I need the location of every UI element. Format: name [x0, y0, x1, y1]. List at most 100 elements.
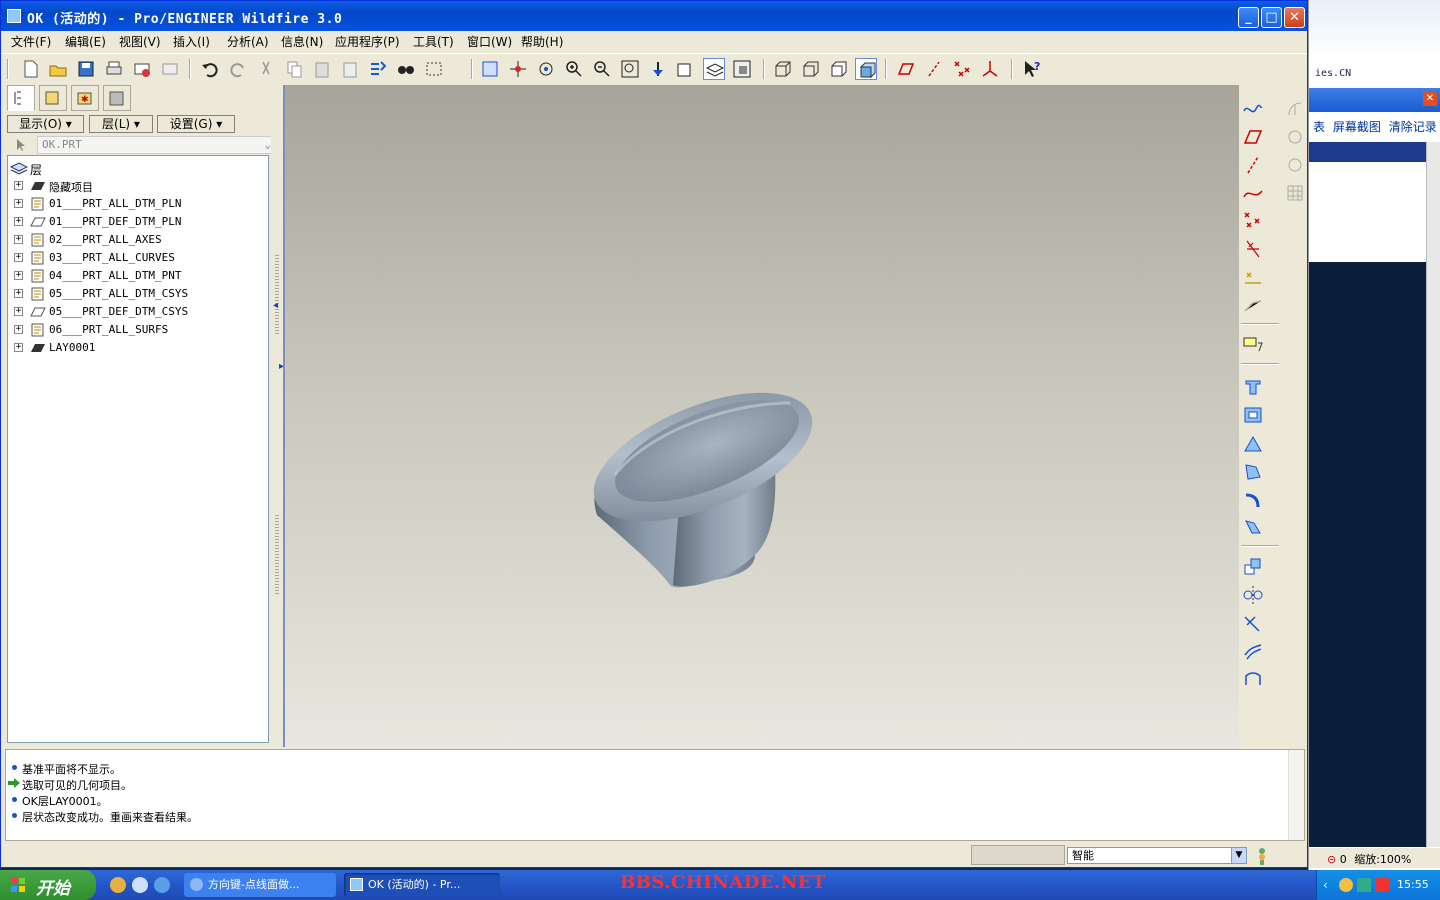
layer-tree-item[interactable]: +05___PRT_DEF_DTM_CSYS [8, 303, 268, 321]
datum-plane-icon[interactable] [1241, 125, 1265, 149]
print-icon[interactable] [103, 58, 125, 80]
menu-view[interactable]: 视图(V) [119, 33, 161, 50]
layer-tree-item[interactable]: +06___PRT_ALL_SURFS [8, 321, 268, 339]
expand-icon[interactable]: + [14, 235, 23, 244]
trim-icon[interactable] [1241, 611, 1265, 635]
layer-tree-item[interactable]: +02___PRT_ALL_AXES [8, 231, 268, 249]
expand-icon[interactable]: + [14, 199, 23, 208]
expand-icon[interactable]: + [14, 289, 23, 298]
reorient-icon[interactable] [647, 58, 669, 80]
open-folder-icon[interactable] [47, 58, 69, 80]
tab-folder-browser[interactable] [39, 85, 67, 111]
expand-icon[interactable]: + [14, 307, 23, 316]
repaint-icon[interactable] [479, 58, 501, 80]
chamfer-icon[interactable] [1241, 515, 1265, 539]
merge-icon[interactable] [1241, 639, 1265, 663]
layer-tree-item[interactable]: + 隐藏项目 [8, 177, 268, 195]
analysis-feature-icon[interactable] [1241, 293, 1265, 317]
note-icon[interactable] [1241, 333, 1265, 357]
datum-points-toggle-icon[interactable] [951, 58, 973, 80]
sketch-tool-icon[interactable] [1283, 97, 1307, 121]
expand-icon[interactable]: + [14, 253, 23, 262]
background-link-2[interactable]: 清除记录 [1389, 120, 1437, 134]
expand-icon[interactable]: + [14, 271, 23, 280]
tab-model-tree[interactable] [7, 85, 35, 111]
send-mail-icon[interactable] [131, 58, 153, 80]
expand-icon[interactable]: + [14, 343, 23, 352]
show-dropdown-button[interactable]: 显示(O) ▾ [7, 115, 84, 133]
layer-tree-item[interactable]: +01___PRT_ALL_DTM_PLN [8, 195, 268, 213]
redo-icon[interactable] [227, 58, 249, 80]
quicklaunch-icon[interactable] [132, 877, 148, 893]
copy-icon[interactable] [283, 58, 305, 80]
background-zoom[interactable]: 缩放:100% [1354, 853, 1411, 866]
menu-insert[interactable]: 插入(I) [173, 33, 210, 50]
network-icon[interactable] [1357, 878, 1371, 892]
expand-icon[interactable]: + [14, 217, 23, 226]
maximize-button[interactable]: □ [1261, 7, 1282, 28]
datum-axis-icon[interactable] [1241, 153, 1265, 177]
menu-window[interactable]: 窗口(W) [467, 33, 512, 50]
sketched-datum-curve-icon[interactable] [1241, 97, 1265, 121]
task-browser[interactable]: 方向键-点线面做... [184, 873, 336, 897]
blend-icon[interactable] [1241, 459, 1265, 483]
menu-help[interactable]: 帮助(H) [521, 33, 563, 50]
datum-point-icon[interactable] [1241, 209, 1265, 233]
datum-curve-icon[interactable] [1241, 181, 1265, 205]
minimize-button[interactable]: _ [1238, 7, 1259, 28]
revolve-icon[interactable] [1241, 403, 1265, 427]
task-proe[interactable]: OK (活动的) - Pr... [344, 873, 500, 897]
csys-icon[interactable] [1241, 265, 1265, 289]
background-link-1[interactable]: 屏幕截图 [1333, 120, 1381, 134]
shading-icon[interactable] [855, 58, 877, 80]
round-icon[interactable] [1241, 487, 1265, 511]
menu-analysis[interactable]: 分析(A) [227, 33, 269, 50]
undo-icon[interactable] [199, 58, 221, 80]
layer-tree-item[interactable]: + LAY0001 [8, 339, 268, 357]
csys-toggle-icon[interactable] [979, 58, 1001, 80]
collapse-left-icon[interactable]: ◂ [273, 300, 278, 311]
panel-splitter[interactable]: ◂ ▸ [271, 85, 284, 747]
orient-mode-icon[interactable] [535, 58, 557, 80]
boundary-blend-icon[interactable] [1241, 667, 1265, 691]
settings-dropdown-button[interactable]: 设置(G) ▾ [157, 115, 235, 133]
regenerate-icon[interactable] [367, 58, 389, 80]
qq-icon[interactable] [110, 877, 126, 893]
window-titlebar[interactable]: OK (活动的) - Pro/ENGINEER Wildfire 3.0 _ □… [1, 1, 1307, 31]
send-link-icon[interactable] [159, 58, 181, 80]
menu-info[interactable]: 信息(N) [281, 33, 323, 50]
expand-icon[interactable]: + [14, 325, 23, 334]
datum-planes-toggle-icon[interactable] [895, 58, 917, 80]
tab-favorites[interactable]: ✱ [71, 85, 99, 111]
mirror-icon[interactable] [1241, 583, 1265, 607]
sweep-icon[interactable] [1241, 431, 1265, 455]
menu-tools[interactable]: 工具(T) [413, 33, 454, 50]
layers-icon[interactable] [703, 58, 725, 80]
menu-applications[interactable]: 应用程序(P) [335, 33, 400, 50]
zoom-in-icon[interactable] [563, 58, 585, 80]
message-scrollbar[interactable] [1288, 750, 1304, 840]
expand-icon[interactable]: + [14, 181, 23, 190]
close-button[interactable]: ✕ [1284, 7, 1305, 28]
no-hidden-icon[interactable] [827, 58, 849, 80]
tab-connections[interactable] [103, 85, 131, 111]
spin-center-icon[interactable] [507, 58, 529, 80]
part-selector-field[interactable]: OK.PRT ⌄ [37, 136, 275, 154]
zoom-out-icon[interactable] [591, 58, 613, 80]
graphics-viewport[interactable] [283, 85, 1239, 747]
context-help-icon[interactable]: ? [1021, 58, 1043, 80]
extrude-icon[interactable] [1241, 375, 1265, 399]
datum-point-offset-icon[interactable] [1241, 237, 1265, 261]
paste-special-icon[interactable] [339, 58, 361, 80]
layer-tree-item[interactable]: +04___PRT_ALL_DTM_PNT [8, 267, 268, 285]
menu-file[interactable]: 文件(F) [11, 33, 51, 50]
save-icon[interactable] [75, 58, 97, 80]
menu-edit[interactable]: 编辑(E) [65, 33, 106, 50]
hidden-line-icon[interactable] [799, 58, 821, 80]
grid-tool-icon[interactable] [1283, 181, 1307, 205]
selection-filter-dropdown[interactable]: 智能 ▼ [1067, 847, 1247, 864]
layer-dropdown-button[interactable]: 层(L) ▾ [89, 115, 153, 133]
sogou-icon[interactable] [1375, 878, 1389, 892]
paste-icon[interactable] [311, 58, 333, 80]
datum-axes-toggle-icon[interactable] [923, 58, 945, 80]
